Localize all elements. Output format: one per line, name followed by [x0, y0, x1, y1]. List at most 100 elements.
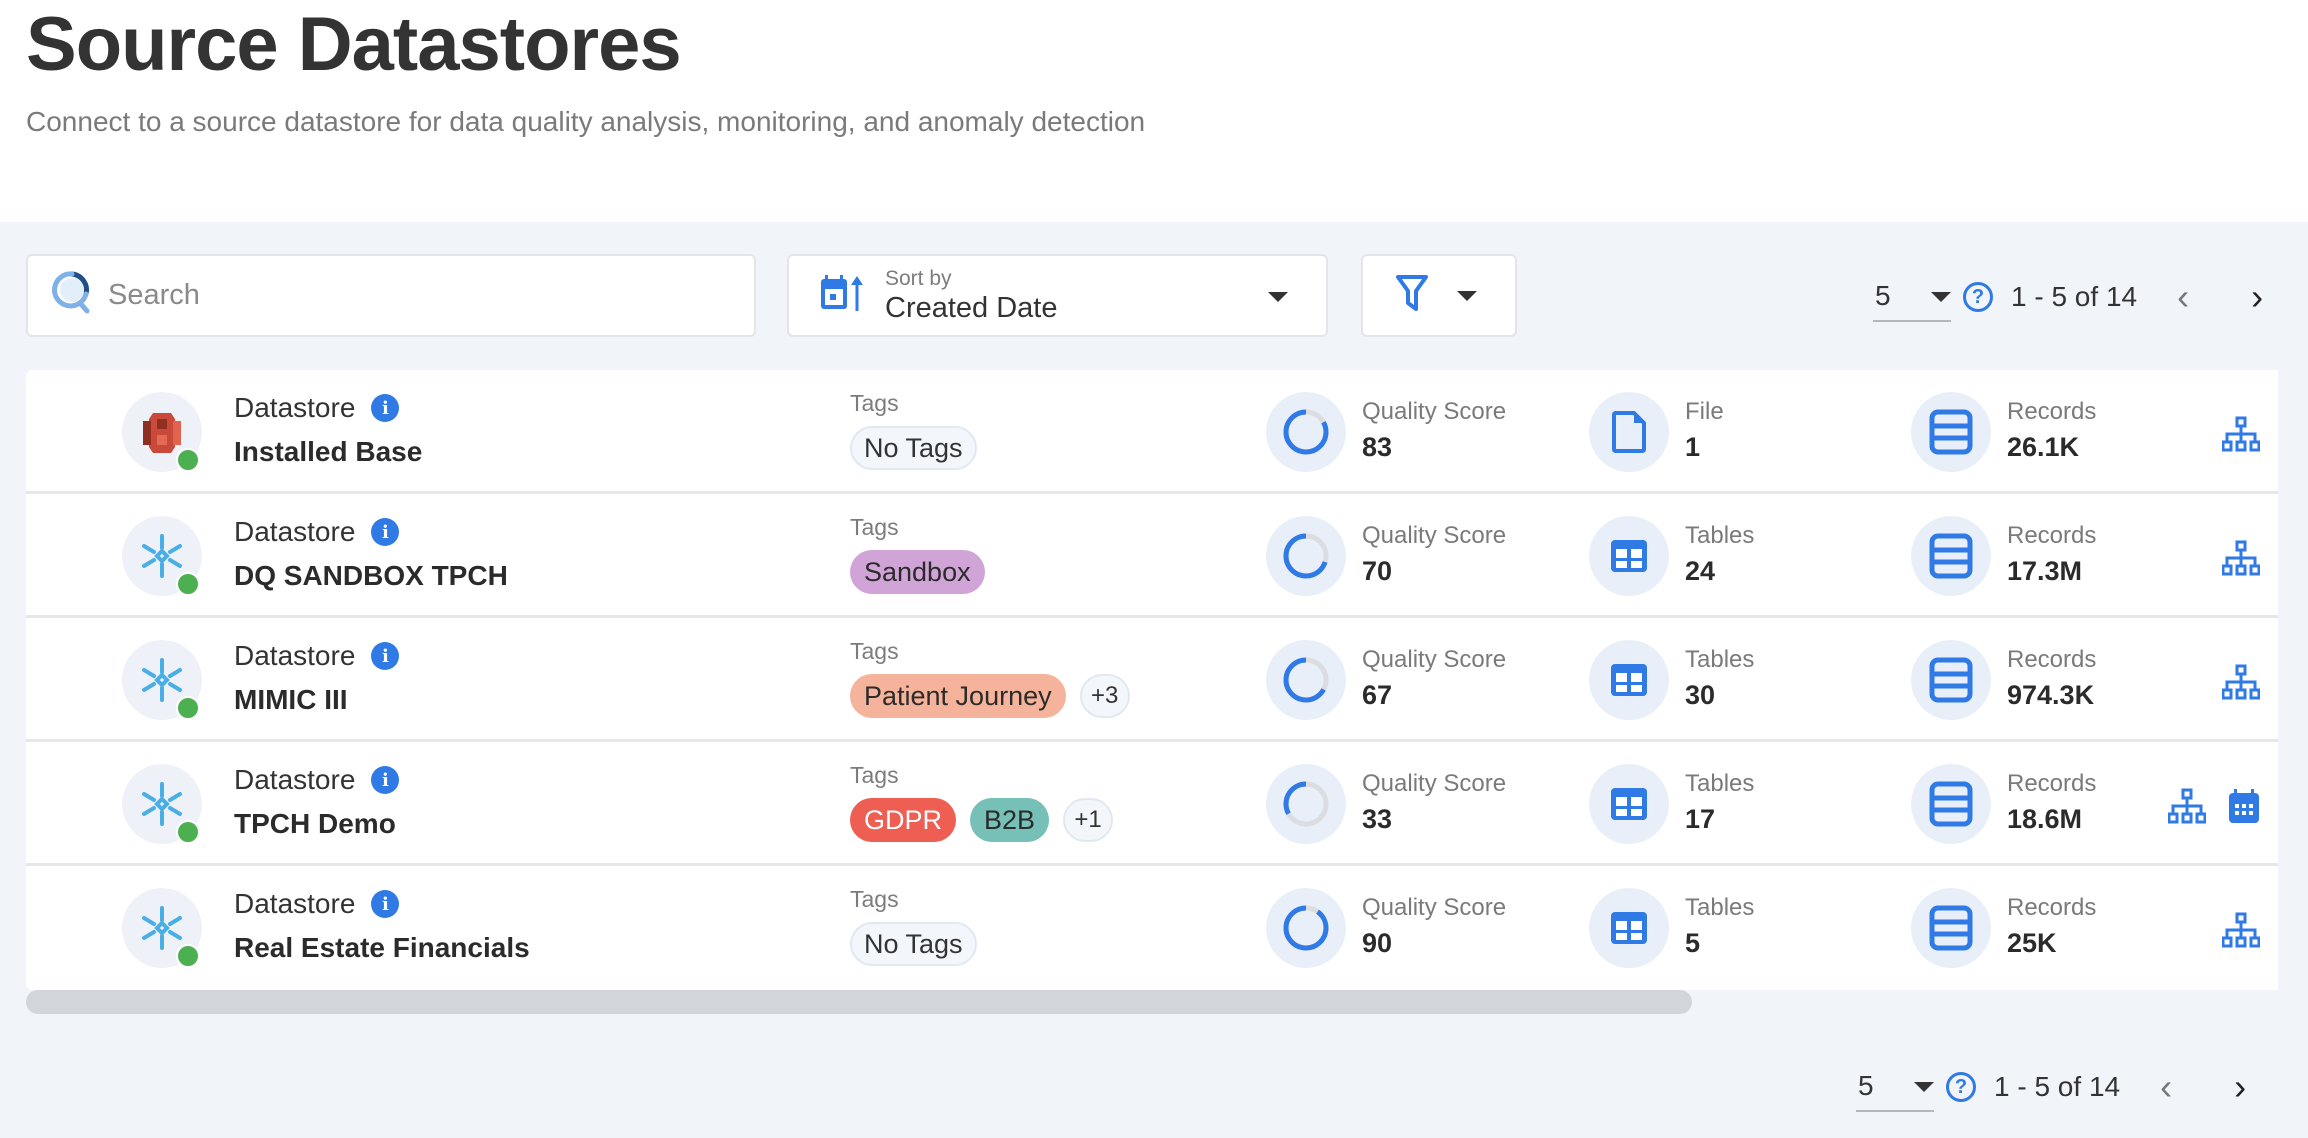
no-tags-badge: No Tags — [850, 922, 977, 966]
datastore-row[interactable]: Datastore i TPCH Demo Tags GDPR B2B +1 Quality … — [26, 742, 2278, 866]
metric-label: Quality Score — [1362, 894, 1507, 921]
records-metric: Records 17.3M — [1911, 516, 2096, 596]
records-icon — [1911, 888, 1991, 968]
page-size-value: 5 — [1858, 1070, 1874, 1101]
datastore-row[interactable]: Datastore i Real Estate Financials Tags No T… — [26, 866, 2278, 990]
sort-dropdown[interactable]: Sort by Created Date — [787, 254, 1328, 337]
tags-label: Tags — [850, 762, 899, 788]
tree-icon[interactable] — [2222, 416, 2260, 452]
tables-count-value: 30 — [1685, 680, 1716, 710]
page-title: Source Datastores — [26, 2, 682, 87]
search-field[interactable] — [26, 254, 756, 337]
info-icon[interactable]: i — [371, 394, 400, 422]
metric-label: Quality Score — [1362, 522, 1507, 549]
tags-list: GDPR B2B +1 — [850, 798, 1114, 842]
records-icon — [1911, 392, 1991, 472]
datastore-type-label: Datastore — [234, 640, 356, 671]
datastore-type-label: Datastore — [234, 764, 356, 795]
quality-score-value: 70 — [1362, 556, 1393, 586]
status-connected-icon — [176, 448, 200, 472]
page-range: 1 - 5 of 14 — [1994, 1071, 2121, 1102]
row-actions — [2222, 540, 2260, 576]
datastore-name[interactable]: MIMIC III — [234, 684, 348, 716]
page-size-select[interactable]: 5 — [1856, 1062, 1934, 1112]
datastore-type-label: Datastore — [234, 516, 356, 547]
quality-gauge-icon — [1266, 516, 1346, 596]
records-icon — [1911, 516, 1991, 596]
datastore-name[interactable]: TPCH Demo — [234, 808, 396, 840]
row-actions — [2222, 912, 2260, 948]
quality-gauge-icon — [1266, 888, 1346, 968]
search-input[interactable] — [108, 279, 708, 312]
status-connected-icon — [176, 572, 200, 596]
calendar-icon[interactable] — [2228, 788, 2260, 824]
tag-badge[interactable]: GDPR — [850, 798, 957, 842]
datastore-name[interactable]: Installed Base — [234, 436, 422, 468]
datastore-row[interactable]: Datastore i Installed Base Tags No Tags Quali… — [26, 370, 2278, 494]
file-icon — [1589, 392, 1669, 472]
metric-label: Quality Score — [1362, 398, 1507, 425]
horizontal-scrollbar-thumb[interactable] — [26, 990, 1692, 1014]
records-metric: Records 974.3K — [1911, 640, 2096, 720]
tag-badge[interactable]: Patient Journey — [850, 674, 1066, 718]
prev-page-button[interactable]: ‹ — [2177, 279, 2189, 315]
status-connected-icon — [176, 696, 200, 720]
pagination-bottom: 5 ? 1 - 5 of 14 ‹ › — [1856, 1062, 2246, 1112]
tags-list: Sandbox — [850, 550, 985, 594]
metric-label: Records — [2007, 398, 2097, 425]
quality-score-value: 90 — [1362, 928, 1393, 958]
chevron-down-icon — [1457, 290, 1477, 301]
info-icon[interactable]: i — [371, 642, 400, 670]
tree-icon[interactable] — [2222, 540, 2260, 576]
more-tags-badge[interactable]: +1 — [1063, 798, 1114, 842]
tables-metric: Tables 17 — [1589, 764, 1754, 844]
filter-button[interactable] — [1361, 254, 1517, 337]
records-metric: Records 25K — [1911, 888, 2096, 968]
status-connected-icon — [176, 944, 200, 968]
tables-count-value: 24 — [1685, 556, 1716, 586]
datastore-row[interactable]: Datastore i DQ SANDBOX TPCH Tags Sandbox Qual… — [26, 494, 2278, 618]
tree-icon[interactable] — [2168, 788, 2206, 824]
tree-icon[interactable] — [2222, 664, 2260, 700]
quality-score-value: 67 — [1362, 680, 1393, 710]
page-range: 1 - 5 of 14 — [2011, 281, 2138, 312]
quality-gauge-icon — [1266, 640, 1346, 720]
metric-label: Quality Score — [1362, 770, 1507, 797]
datastore-type-label: Datastore — [234, 888, 356, 919]
pagination-top: 5 ? 1 - 5 of 14 ‹ › — [1873, 272, 2263, 322]
next-page-button[interactable]: › — [2234, 1069, 2246, 1105]
metric-label: Quality Score — [1362, 646, 1507, 673]
more-tags-badge[interactable]: +3 — [1079, 674, 1130, 718]
datastore-row[interactable]: Datastore i MIMIC III Tags Patient Journey +3… — [26, 618, 2278, 742]
records-count-value: 17.3M — [2007, 556, 2083, 586]
help-icon[interactable]: ? — [1963, 282, 1993, 312]
calendar-sort-icon — [819, 273, 865, 318]
info-icon[interactable]: i — [371, 890, 400, 918]
prev-page-button[interactable]: ‹ — [2160, 1069, 2172, 1105]
help-icon[interactable]: ? — [1946, 1072, 1976, 1102]
tag-badge[interactable]: Sandbox — [850, 550, 985, 594]
tags-label: Tags — [850, 514, 899, 540]
datastore-name[interactable]: DQ SANDBOX TPCH — [234, 560, 508, 592]
records-metric: Records 26.1K — [1911, 392, 2096, 472]
quality-score-metric: Quality Score 90 — [1266, 888, 1506, 968]
next-page-button[interactable]: › — [2251, 279, 2263, 315]
records-count-value: 25K — [2007, 928, 2057, 958]
table-icon — [1589, 516, 1669, 596]
table-icon — [1589, 764, 1669, 844]
info-icon[interactable]: i — [371, 766, 400, 794]
chevron-down-icon — [1931, 292, 1951, 302]
metric-label: Records — [2007, 770, 2097, 797]
tables-metric: Tables 5 — [1589, 888, 1754, 968]
info-icon[interactable]: i — [371, 518, 400, 546]
datastore-type-label: Datastore — [234, 392, 356, 423]
tags-label: Tags — [850, 638, 899, 664]
quality-score-metric: Quality Score 83 — [1266, 392, 1506, 472]
tree-icon[interactable] — [2222, 912, 2260, 948]
page-size-select[interactable]: 5 — [1873, 272, 1951, 322]
tag-badge[interactable]: B2B — [970, 798, 1050, 842]
tags-label: Tags — [850, 886, 899, 912]
row-actions — [2222, 416, 2260, 452]
datastore-name[interactable]: Real Estate Financials — [234, 932, 530, 964]
tags-label: Tags — [850, 390, 899, 416]
